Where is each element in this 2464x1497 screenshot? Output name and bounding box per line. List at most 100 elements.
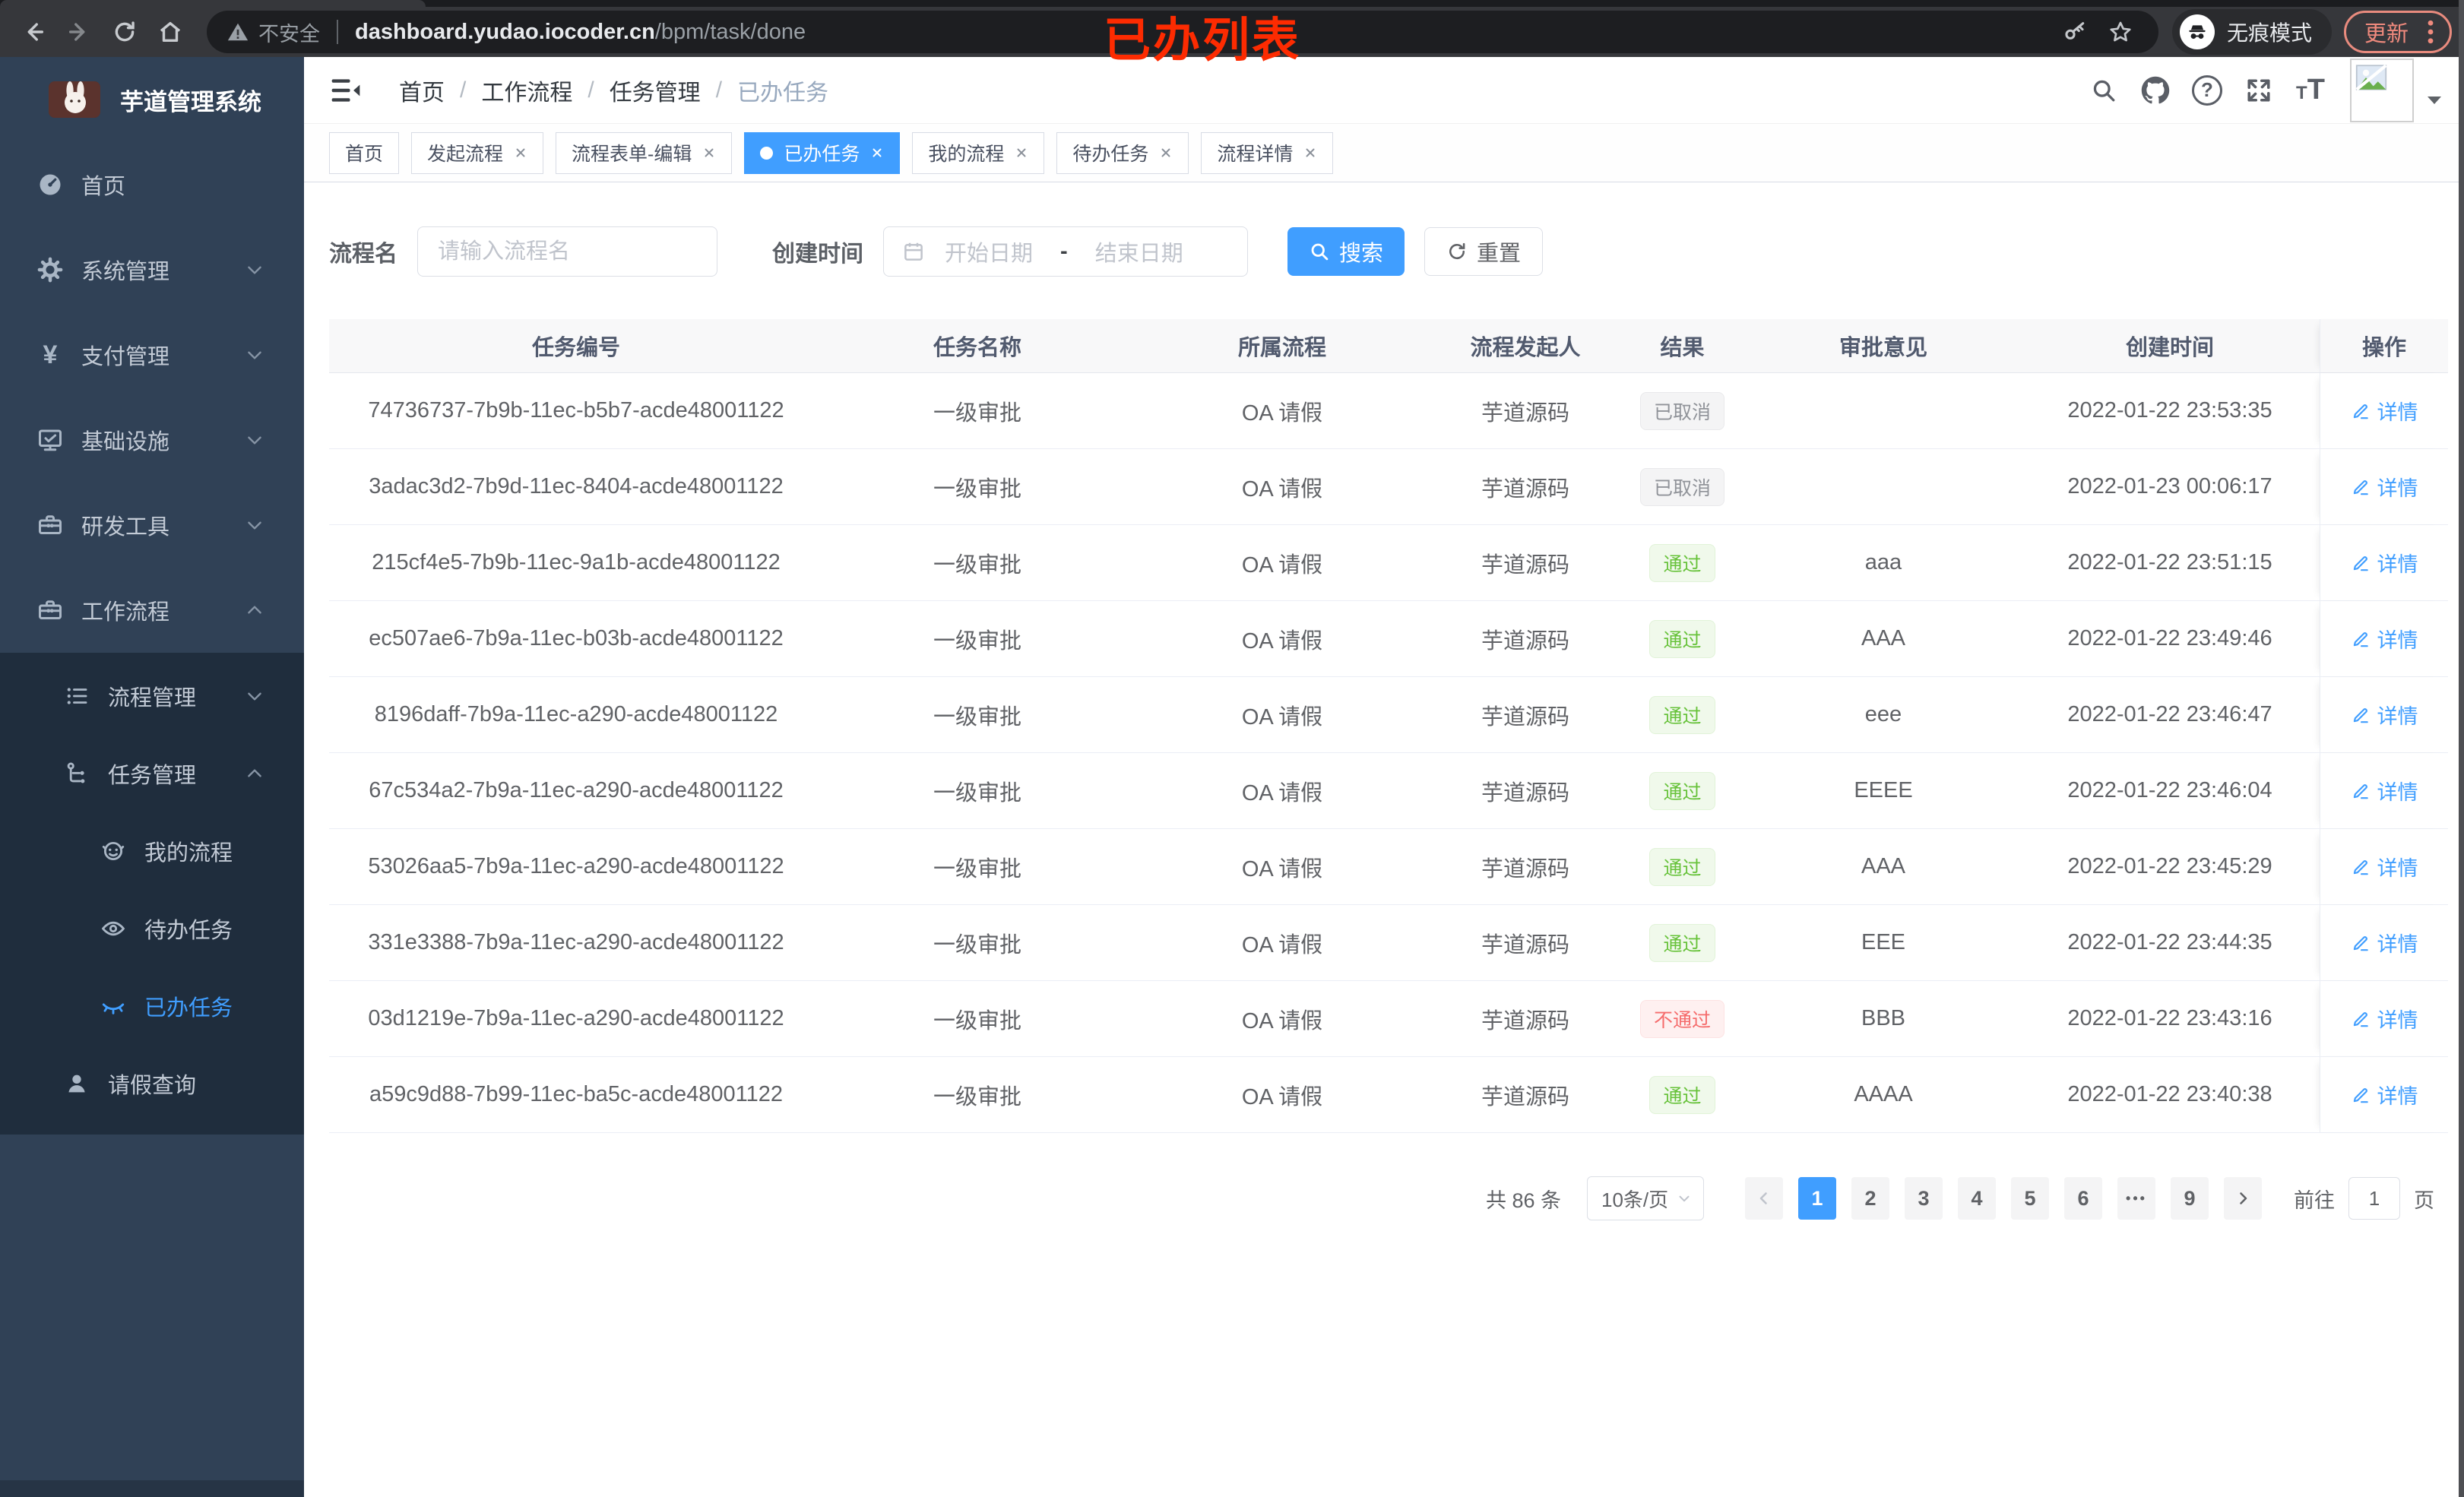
- detail-link[interactable]: 详情: [2351, 776, 2418, 805]
- edit-icon: [2353, 404, 2368, 419]
- annotation-text: 已办列表: [1104, 14, 1302, 67]
- detail-link[interactable]: 详情: [2351, 548, 2418, 578]
- close-icon[interactable]: [1303, 146, 1317, 160]
- close-icon[interactable]: [1159, 146, 1173, 160]
- detail-link[interactable]: 详情: [2351, 852, 2418, 881]
- process-name-input[interactable]: [417, 226, 717, 277]
- detail-link[interactable]: 详情: [2351, 1004, 2418, 1033]
- cell-task-name: 一级审批: [933, 1008, 1021, 1033]
- next-page-button[interactable]: [2224, 1177, 2262, 1220]
- result-badge: 通过: [1649, 543, 1715, 582]
- cell-process: OA 请假: [1241, 1084, 1323, 1109]
- font-size-button[interactable]: TT: [2285, 65, 2336, 116]
- browser-back-button[interactable]: [15, 14, 52, 50]
- page-tab[interactable]: 流程表单-编辑: [556, 131, 733, 174]
- cell-opinion: EEEE: [1854, 778, 1913, 802]
- avatar[interactable]: [2350, 58, 2414, 122]
- home-icon: [160, 21, 181, 43]
- sidebar-item-todo-tasks[interactable]: 待办任务: [0, 890, 304, 967]
- page-number-button[interactable]: 6: [2064, 1177, 2102, 1220]
- close-icon[interactable]: [514, 146, 527, 160]
- browser-home-button[interactable]: [152, 14, 188, 50]
- header-search-button[interactable]: [2078, 65, 2130, 116]
- breadcrumb-item[interactable]: 首页: [399, 74, 445, 107]
- bookmark-star-button[interactable]: [2102, 14, 2139, 50]
- sidebar-item-payment[interactable]: ¥ 支付管理: [0, 312, 304, 397]
- github-link[interactable]: [2130, 65, 2181, 116]
- sidebar-collapse-bar[interactable]: [0, 1480, 304, 1497]
- incognito-label: 无痕模式: [2226, 21, 2312, 45]
- browser-forward-button[interactable]: [61, 14, 97, 50]
- sidebar-item-infra[interactable]: 基础设施: [0, 397, 304, 483]
- yen-icon: ¥: [43, 340, 58, 369]
- breadcrumb-item[interactable]: 任务管理: [610, 74, 701, 107]
- browser-reload-button[interactable]: [106, 14, 143, 50]
- breadcrumb-item[interactable]: 工作流程: [481, 74, 572, 107]
- sidebar-item-process-management[interactable]: 流程管理: [0, 657, 304, 735]
- cell-task-id: 8196daff-7b9a-11ec-a290-acde48001122: [374, 702, 778, 726]
- page-number-button[interactable]: 2: [1851, 1177, 1889, 1220]
- date-range-input[interactable]: 开始日期 - 结束日期: [883, 226, 1248, 277]
- user-icon: [62, 1069, 91, 1098]
- cell-task-id: 331e3388-7b9a-11ec-a290-acde48001122: [368, 930, 784, 954]
- detail-link[interactable]: 详情: [2351, 624, 2418, 654]
- fullscreen-button[interactable]: [2233, 65, 2285, 116]
- sidebar-item-system[interactable]: 系统管理: [0, 227, 304, 312]
- sidebar-item-my-process[interactable]: 我的流程: [0, 812, 304, 890]
- avatar-caret-icon[interactable]: [2426, 94, 2443, 106]
- page-number-button[interactable]: •••: [2117, 1177, 2155, 1220]
- sidebar-item-task-management[interactable]: 任务管理: [0, 735, 304, 812]
- table-row: 3adac3d2-7b9d-11ec-8404-acde48001122 一级审…: [329, 449, 2448, 525]
- page-number-button[interactable]: 9: [2171, 1177, 2209, 1220]
- calendar-icon: [902, 240, 925, 263]
- sidebar-item-devtools[interactable]: 研发工具: [0, 483, 304, 568]
- cell-process: OA 请假: [1241, 1008, 1323, 1033]
- cell-task-id: 215cf4e5-7b9b-11ec-9a1b-acde48001122: [372, 550, 781, 574]
- cell-task-name: 一级审批: [933, 704, 1021, 730]
- close-icon[interactable]: [870, 146, 884, 160]
- sidebar-item-home[interactable]: 首页: [0, 142, 304, 227]
- page-tab[interactable]: 发起流程: [411, 131, 544, 174]
- goto-page-input[interactable]: [2348, 1177, 2400, 1220]
- cell-opinion: EEE: [1861, 930, 1906, 954]
- sidebar-item-leave-query[interactable]: 请假查询: [0, 1045, 304, 1122]
- detail-link[interactable]: 详情: [2351, 1080, 2418, 1109]
- help-button[interactable]: ?: [2181, 65, 2233, 116]
- detail-link[interactable]: 详情: [2351, 928, 2418, 957]
- close-icon[interactable]: [1015, 146, 1028, 160]
- table-body: 74736737-7b9b-11ec-b5b7-acde48001122 一级审…: [329, 373, 2448, 1133]
- reset-button[interactable]: 重置: [1424, 227, 1544, 276]
- cell-task-name: 一级审批: [933, 932, 1021, 957]
- browser-tab[interactable]: [0, 0, 426, 7]
- refresh-icon: [1449, 242, 1465, 260]
- password-manager-button[interactable]: [2057, 14, 2093, 50]
- search-button[interactable]: 搜索: [1287, 227, 1405, 276]
- result-badge: 通过: [1649, 923, 1715, 962]
- page-number-button[interactable]: 5: [2011, 1177, 2049, 1220]
- detail-link[interactable]: 详情: [2351, 396, 2418, 426]
- sidebar-toggle-button[interactable]: [329, 74, 363, 107]
- page-number-button[interactable]: 4: [1958, 1177, 1996, 1220]
- page-tab[interactable]: 我的流程: [912, 131, 1045, 174]
- app-logo[interactable]: 芋道管理系统: [0, 57, 304, 142]
- sidebar-item-workflow[interactable]: 工作流程: [0, 568, 304, 653]
- page-tab[interactable]: 首页: [329, 131, 400, 174]
- table-row: 67c534a2-7b9a-11ec-a290-acde48001122 一级审…: [329, 753, 2448, 829]
- detail-link[interactable]: 详情: [2351, 472, 2418, 502]
- sidebar-item-done-tasks[interactable]: 已办任务: [0, 967, 304, 1045]
- page-number-button[interactable]: 1: [1798, 1177, 1836, 1220]
- page-size-select[interactable]: 10条/页: [1587, 1176, 1704, 1220]
- close-icon[interactable]: [702, 146, 716, 160]
- page-number-button[interactable]: 3: [1905, 1177, 1943, 1220]
- detail-link[interactable]: 详情: [2351, 700, 2418, 730]
- update-button[interactable]: 更新: [2343, 11, 2452, 53]
- browser-menu-icon[interactable]: [2419, 19, 2442, 45]
- toolbox-icon: [36, 596, 65, 625]
- prev-page-button[interactable]: [1745, 1177, 1783, 1220]
- page-tab[interactable]: 已办任务: [744, 131, 901, 174]
- edit-icon: [2353, 479, 2368, 495]
- filter-bar: 流程名 创建时间 开始日期 - 结束日期 搜索 重置: [329, 226, 2448, 277]
- page-tab[interactable]: 待办任务: [1056, 131, 1189, 174]
- sidebar-item-label: 已办任务: [144, 996, 233, 1021]
- page-tab[interactable]: 流程详情: [1201, 131, 1334, 174]
